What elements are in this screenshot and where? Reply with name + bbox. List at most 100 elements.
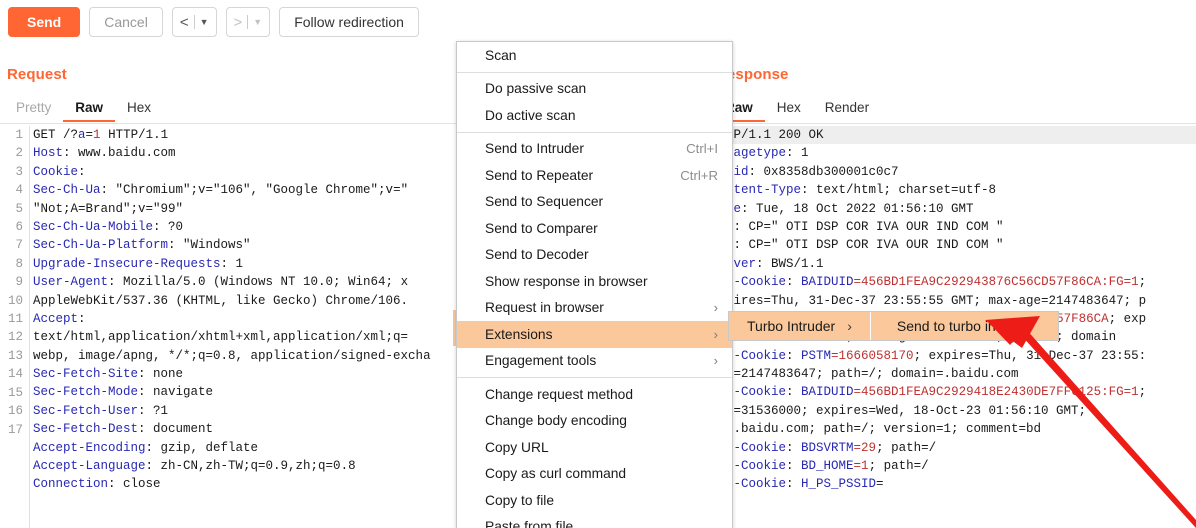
context-menu-item-scan[interactable]: Scan — [457, 42, 732, 69]
context-menu-item-engagement-tools[interactable]: Engagement tools › — [457, 348, 732, 375]
code-token: : — [786, 275, 802, 290]
code-token: : 1 — [220, 256, 244, 271]
context-menu-item-change-request-method[interactable]: Change request method — [457, 381, 732, 408]
request-panel-title: Request — [7, 66, 67, 83]
code-line: Cookie: — [33, 163, 431, 181]
request-tab-hex[interactable]: Hex — [115, 100, 163, 122]
context-menu-item-send-to-comparer[interactable]: Send to Comparer — [457, 215, 732, 242]
response-tab-render[interactable]: Render — [813, 100, 881, 122]
request-tab-pretty[interactable]: Pretty — [4, 100, 63, 122]
line-number: 4 — [15, 183, 23, 198]
context-menu-item-do-active-scan[interactable]: Do active scan — [457, 102, 732, 129]
code-line: Host: www.baidu.com — [33, 144, 431, 162]
request-tabs: Pretty Raw Hex — [4, 96, 163, 122]
code-token: : — [786, 440, 802, 455]
context-menu-item-do-passive-scan[interactable]: Do passive scan — [457, 76, 732, 103]
context-menu-item-copy-url[interactable]: Copy URL — [457, 434, 732, 461]
code-token: : close — [108, 477, 161, 492]
code-token: = — [876, 477, 884, 492]
tab-label: Pretty — [16, 100, 52, 115]
code-token: Host — [33, 146, 64, 161]
context-menu-item-request-in-browser[interactable]: Request in browser › — [457, 295, 732, 322]
line-number: 2 — [15, 146, 23, 161]
code-line: Connection: close — [33, 475, 431, 493]
send-button[interactable]: Send — [8, 7, 81, 37]
code-token: 1 — [93, 128, 101, 142]
code-line: in=.baidu.com; path=/; version=1; commen… — [711, 420, 1196, 438]
context-menu-item-paste-from-file[interactable]: Paste from file — [457, 514, 732, 528]
code-token: BAIDUID — [801, 275, 854, 290]
code-line: Accept-Encoding: gzip, deflate — [33, 439, 431, 457]
context-menu[interactable]: Scan Do passive scan Do active scan Send to… — [456, 41, 733, 528]
response-tab-hex[interactable]: Hex — [765, 100, 813, 122]
code-token: ; — [1138, 385, 1147, 400]
context-menu-item-extensions[interactable]: Extensions › — [457, 321, 732, 348]
context-menu-item-send-to-repeater[interactable]: Send to Repeater Ctrl+R — [457, 162, 732, 189]
history-forward-button[interactable]: > ▼ — [225, 7, 271, 37]
code-token: : navigate — [138, 385, 214, 400]
history-back-button[interactable]: < ▼ — [171, 7, 217, 37]
submenu-item-turbo-intruder[interactable]: Turbo Intruder › — [729, 312, 871, 340]
context-menu-item-show-response-in-browser[interactable]: Show response in browser — [457, 268, 732, 295]
code-line: Bdqid: 0x8358db300001c0c7 — [711, 163, 1196, 181]
code-token: : text/html; charset=utf-8 — [801, 183, 997, 198]
code-token: : "Chromium";v="106", "Google Chrome";v=… — [100, 183, 409, 198]
line-number: 7 — [15, 238, 23, 253]
request-tab-raw[interactable]: Raw — [63, 100, 116, 122]
code-token: Sec-Fetch-Mode — [33, 385, 139, 400]
code-token: : ?1 — [138, 403, 169, 418]
context-menu-item-send-to-decoder[interactable]: Send to Decoder — [457, 242, 732, 269]
context-menu-item-copy-as-curl-command[interactable]: Copy as curl command — [457, 461, 732, 488]
code-line: Upgrade-Insecure-Requests: 1 — [33, 255, 431, 273]
menu-item-label: Extensions — [485, 326, 553, 342]
code-token: : BWS/1.1 — [756, 256, 824, 271]
chevron-right-icon: › — [713, 353, 718, 369]
code-token: : — [786, 459, 802, 474]
code-token: a — [78, 128, 86, 142]
line-number: 13 — [7, 348, 23, 363]
code-token: : Mozilla/5.0 (Windows NT 10.0; Win64; x — [108, 275, 409, 290]
context-menu-item-send-to-sequencer[interactable]: Send to Sequencer — [457, 189, 732, 216]
repeater-toolbar: Send Cancel < ▼ > ▼ Follow redirection — [0, 0, 1196, 44]
code-line: Sec-Fetch-Dest: document — [33, 420, 431, 438]
menu-item-label: Send to Comparer — [485, 220, 598, 236]
line-number: 1 — [15, 128, 23, 142]
context-menu-item-change-body-encoding[interactable]: Change body encoding — [457, 408, 732, 435]
code-token: : — [786, 348, 802, 363]
menu-item-label: Change request method — [485, 386, 634, 402]
menu-item-label: Scan — [485, 47, 517, 63]
submenu-item-label: Send to turbo intruder — [896, 318, 1033, 334]
code-line: webp, image/apng, */*;q=0.8, application… — [33, 347, 431, 365]
tab-label: Hex — [127, 100, 152, 115]
context-menu-item-send-to-intruder[interactable]: Send to Intruder Ctrl+I — [457, 136, 732, 163]
code-line: Accept: — [33, 310, 431, 328]
code-token: "Not;A=Brand";v="99" — [33, 201, 184, 216]
context-menu-item-copy-to-file[interactable]: Copy to file — [457, 487, 732, 514]
code-token: AppleWebKit/537.36 (KHTML, like Gecko) C… — [33, 293, 409, 308]
code-token: ; exp — [1108, 311, 1147, 326]
code-line: age=2147483647; path=/; domain=.baidu.co… — [711, 365, 1196, 383]
code-line: Date: Tue, 18 Oct 2022 01:56:10 GMT — [711, 200, 1196, 218]
code-line: HTTP/1.1 200 OK — [711, 126, 1196, 145]
submenu-item-send-to-turbo-intruder[interactable]: Send to turbo intruder — [871, 312, 1058, 340]
menu-item-label: Copy URL — [485, 439, 549, 455]
cancel-button[interactable]: Cancel — [89, 7, 163, 37]
line-number: 15 — [7, 385, 23, 400]
chevron-right-icon: › — [713, 300, 718, 316]
code-token: webp, image/apng, */*;q=0.8, application… — [33, 348, 431, 363]
request-code-text[interactable]: GET /?a=1 HTTP/1.1 Host: www.baidu.com Coo… — [33, 126, 431, 512]
line-number: 12 — [7, 330, 23, 345]
code-token: Connection — [33, 477, 109, 492]
code-token: =29 — [853, 440, 877, 455]
request-editor[interactable]: 1 2 3 4 5 6 7 8 9 10 11 12 13 14 15 16 17 GET /?a=1 HTTP… — [0, 126, 470, 528]
extensions-submenu[interactable]: Turbo Intruder › Send to turbo intruder — [728, 311, 1060, 341]
menu-item-label: Send to Sequencer — [485, 194, 604, 210]
line-number: 11 — [7, 312, 23, 327]
code-line: AppleWebKit/537.36 (KHTML, like Gecko) C… — [33, 292, 431, 310]
menu-item-label: Send to Repeater — [485, 167, 594, 183]
code-token: : — [786, 385, 802, 400]
response-code-text[interactable]: HTTP/1.1 200 OKBdpagetype: 1Bdqid: 0x835… — [711, 126, 1196, 494]
menu-item-label: Copy to file — [485, 492, 555, 508]
follow-redirection-button[interactable]: Follow redirection — [279, 7, 419, 37]
code-token: Sec-Ch-Ua-Mobile — [33, 219, 154, 234]
